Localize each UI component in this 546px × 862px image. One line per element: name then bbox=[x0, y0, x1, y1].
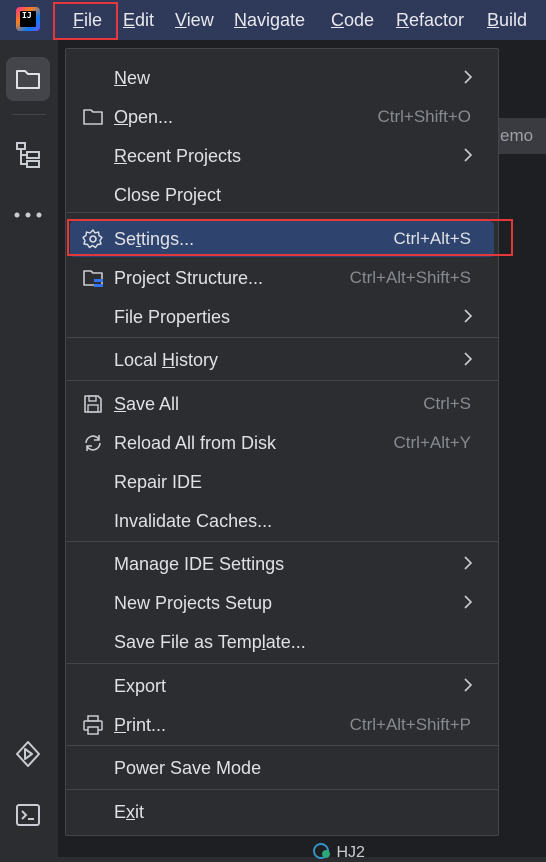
menu-item-manage-ide-settings[interactable]: Manage IDE Settings bbox=[66, 546, 498, 582]
save-icon bbox=[84, 395, 102, 413]
menu-navigate[interactable]: Navigate bbox=[234, 8, 305, 32]
structure-icon bbox=[16, 142, 40, 168]
menu-item-new-projects-setup[interactable]: New Projects Setup bbox=[66, 585, 498, 621]
file-menu-dropdown: New Open... Ctrl+Shift+O Recent Projects Clo… bbox=[65, 48, 499, 836]
chevron-right-icon bbox=[464, 309, 473, 323]
background-tab-fragment: emo bbox=[492, 118, 546, 154]
chevron-right-icon bbox=[464, 595, 473, 609]
menu-item-label: New bbox=[114, 68, 151, 88]
intellij-logo-icon[interactable]: IJ bbox=[16, 7, 40, 31]
menu-separator bbox=[66, 663, 498, 664]
menu-item-recent-projects[interactable]: Recent Projects bbox=[66, 138, 498, 174]
menu-item-invalidate-caches[interactable]: Invalidate Caches... bbox=[66, 503, 498, 539]
services-icon bbox=[16, 741, 40, 767]
toolbar-separator bbox=[12, 114, 46, 115]
menu-item-local-history[interactable]: Local History bbox=[66, 342, 498, 378]
module-icon bbox=[313, 843, 330, 859]
menu-item-exit[interactable]: Exit bbox=[66, 794, 498, 830]
menu-item-repair-ide[interactable]: Repair IDE bbox=[66, 464, 498, 500]
project-tool-button[interactable] bbox=[6, 57, 50, 101]
menu-item-close-project[interactable]: Close Project bbox=[66, 177, 498, 213]
main-menubar: IJ File Edit View Navigate Code Refactor… bbox=[0, 0, 546, 40]
menu-item-reload-all-from-disk[interactable]: Reload All from Disk Ctrl+Alt+Y bbox=[66, 425, 498, 461]
menu-separator bbox=[66, 789, 498, 790]
folder-icon bbox=[16, 70, 40, 89]
menu-separator bbox=[66, 745, 498, 746]
services-tool-button[interactable] bbox=[6, 732, 50, 776]
menu-item-label: Close Project bbox=[114, 185, 222, 205]
menu-item-power-save-mode[interactable]: Power Save Mode bbox=[66, 750, 498, 786]
menu-item-print[interactable]: Print... Ctrl+Alt+Shift+P bbox=[66, 707, 498, 743]
folder-icon bbox=[83, 109, 103, 125]
menu-item-label: Export bbox=[114, 676, 167, 696]
menu-item-shortcut: Ctrl+Alt+Shift+P bbox=[349, 715, 471, 734]
menu-item-file-properties[interactable]: File Properties bbox=[66, 299, 498, 335]
menu-item-export[interactable]: Export bbox=[66, 668, 498, 704]
menu-refactor[interactable]: Refactor bbox=[396, 8, 464, 32]
menu-item-settings[interactable]: Settings... Ctrl+Alt+S bbox=[70, 221, 494, 257]
menu-item-label: Save All bbox=[114, 394, 180, 414]
menu-item-new[interactable]: New bbox=[66, 60, 498, 96]
menu-item-label: Power Save Mode bbox=[114, 758, 262, 778]
menu-separator bbox=[66, 380, 498, 381]
menu-build[interactable]: Build bbox=[487, 8, 527, 32]
menu-item-label: Reload All from Disk bbox=[114, 433, 277, 453]
menu-item-shortcut: Ctrl+Alt+Shift+S bbox=[349, 268, 471, 287]
menu-item-label: Repair IDE bbox=[114, 472, 203, 492]
menu-edit[interactable]: Edit bbox=[123, 8, 154, 32]
menu-item-label: Open... bbox=[114, 107, 174, 127]
left-tool-window-bar bbox=[0, 40, 59, 857]
menu-item-label: Recent Projects bbox=[114, 146, 242, 166]
menu-item-label: Save File as Template... bbox=[114, 632, 306, 652]
menu-item-save-all[interactable]: Save All Ctrl+S bbox=[66, 386, 498, 422]
menu-file[interactable]: File bbox=[73, 8, 102, 32]
menu-item-label: Project Structure... bbox=[114, 268, 264, 288]
project-structure-icon bbox=[83, 270, 103, 287]
structure-tool-button[interactable] bbox=[6, 133, 50, 177]
menu-item-label: Exit bbox=[114, 802, 145, 822]
menu-item-label: Print... bbox=[114, 715, 167, 735]
terminal-tool-button[interactable] bbox=[6, 793, 50, 837]
menu-item-shortcut: Ctrl+Alt+Y bbox=[393, 433, 471, 452]
menu-item-label: New Projects Setup bbox=[114, 593, 273, 613]
menu-item-project-structure[interactable]: Project Structure... Ctrl+Alt+Shift+S bbox=[66, 260, 498, 296]
chevron-right-icon bbox=[464, 148, 473, 162]
menu-item-open[interactable]: Open... Ctrl+Shift+O bbox=[66, 99, 498, 135]
menu-item-label: Manage IDE Settings bbox=[114, 554, 285, 574]
menu-separator bbox=[66, 541, 498, 542]
menu-item-label: File Properties bbox=[114, 307, 231, 327]
chevron-right-icon bbox=[464, 556, 473, 570]
chevron-right-icon bbox=[464, 678, 473, 692]
menu-item-save-file-as-template[interactable]: Save File as Template... bbox=[66, 624, 498, 660]
chevron-right-icon bbox=[464, 70, 473, 84]
menu-item-shortcut: Ctrl+Shift+O bbox=[377, 107, 471, 126]
menu-item-label: Local History bbox=[114, 350, 219, 370]
menu-code[interactable]: Code bbox=[331, 8, 374, 32]
print-icon bbox=[83, 715, 103, 735]
menu-item-shortcut: Ctrl+S bbox=[423, 394, 471, 413]
reload-icon bbox=[85, 435, 101, 451]
more-tools-button[interactable] bbox=[6, 193, 50, 237]
menu-item-shortcut: Ctrl+Alt+S bbox=[393, 229, 471, 248]
menu-separator bbox=[66, 337, 498, 338]
background-bottom-fragment: HJ2 bbox=[312, 842, 365, 862]
menu-separator bbox=[66, 212, 498, 213]
terminal-icon bbox=[16, 804, 40, 826]
menu-view[interactable]: View bbox=[175, 8, 214, 32]
menu-item-label: Invalidate Caches... bbox=[114, 511, 273, 531]
gear-icon bbox=[82, 229, 103, 249]
chevron-right-icon bbox=[464, 352, 473, 366]
menu-item-label: Settings... bbox=[114, 229, 195, 249]
more-dots-icon bbox=[14, 212, 42, 218]
